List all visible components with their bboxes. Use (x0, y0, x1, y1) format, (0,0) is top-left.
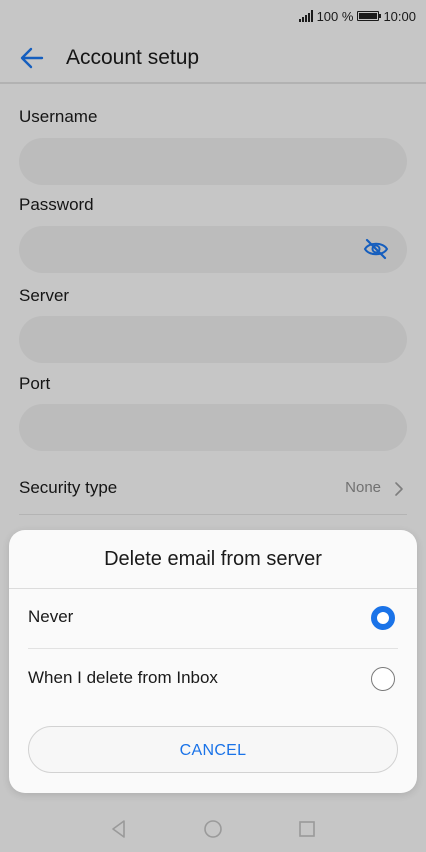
dialog-title: Delete email from server (9, 530, 417, 589)
option-when-delete-inbox[interactable]: When I delete from Inbox (28, 649, 398, 709)
nav-home-icon[interactable] (202, 818, 224, 840)
option-never[interactable]: Never (28, 588, 398, 649)
system-nav-bar (0, 805, 426, 852)
nav-recent-icon[interactable] (296, 818, 318, 840)
option-never-label: Never (28, 607, 74, 626)
option-inbox-label: When I delete from Inbox (28, 668, 218, 687)
nav-back-icon[interactable] (108, 818, 130, 840)
radio-selected-icon[interactable] (371, 606, 395, 630)
cancel-button[interactable]: CANCEL (28, 726, 398, 773)
delete-email-dialog: Delete email from server Never When I de… (9, 530, 417, 793)
radio-unselected-icon[interactable] (371, 667, 395, 691)
